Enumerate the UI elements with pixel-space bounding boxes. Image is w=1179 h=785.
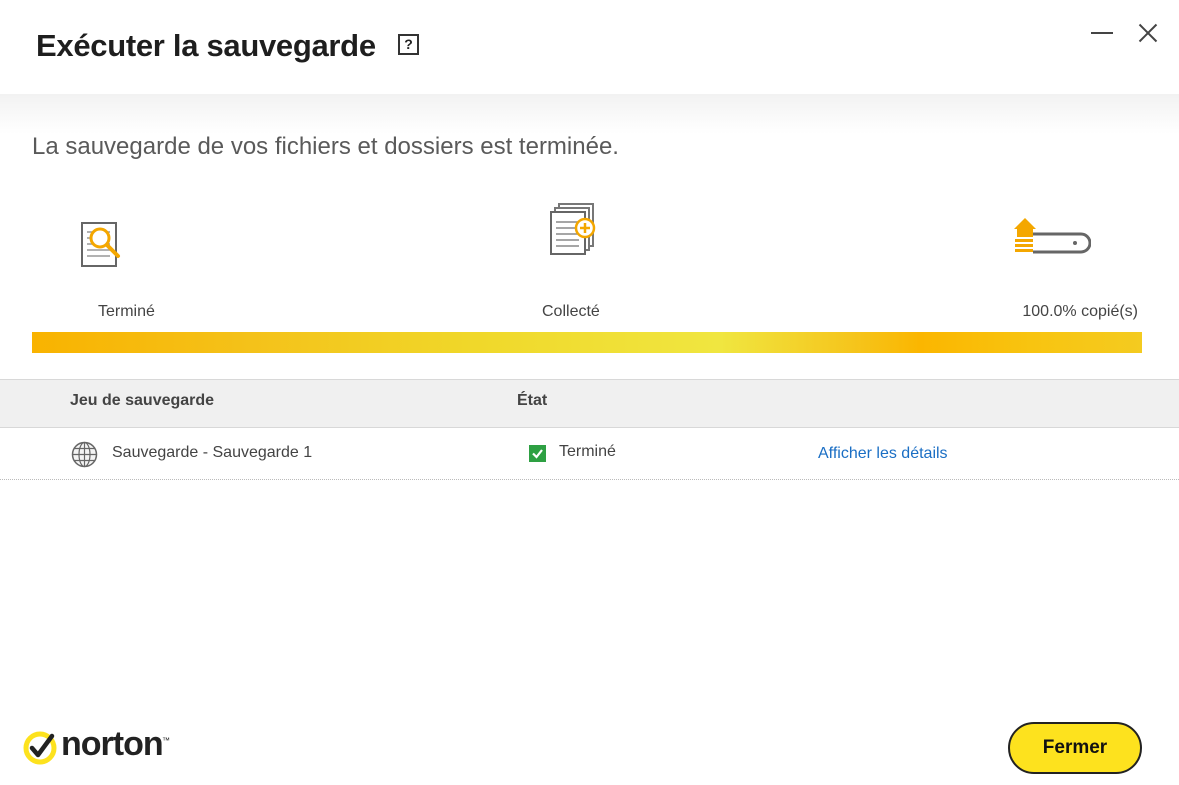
minimize-button[interactable] — [1088, 18, 1118, 48]
view-details-link[interactable]: Afficher les détails — [818, 445, 948, 463]
header-band — [0, 94, 1179, 134]
column-header-state: État — [517, 392, 548, 409]
document-search-icon — [81, 222, 120, 267]
close-window-button[interactable] — [1133, 18, 1163, 48]
globe-icon — [71, 441, 98, 468]
title-bar: Exécuter la sauvegarde ? — [0, 0, 1179, 94]
trademark-symbol: ™ — [162, 736, 170, 745]
column-header-backup-set: Jeu de sauvegarde — [70, 392, 215, 409]
backup-set-name: Sauvegarde - Sauvegarde 1 — [112, 444, 313, 461]
drive-copy-icon — [1014, 218, 1091, 254]
stage-label-analysis: Terminé — [98, 303, 155, 320]
table-row: Sauvegarde - Sauvegarde 1 Terminé Affich… — [0, 429, 1179, 480]
brand-name: norton — [61, 725, 164, 763]
backup-state: Terminé — [559, 443, 616, 460]
stage-label-collect: Collecté — [542, 303, 600, 320]
table-header: Jeu de sauvegarde État — [0, 379, 1179, 428]
progress-bar — [32, 332, 1142, 353]
help-icon[interactable]: ? — [398, 34, 419, 55]
check-icon — [529, 445, 546, 462]
status-message: La sauvegarde de vos fichiers et dossier… — [32, 133, 619, 160]
progress-fill — [32, 332, 1142, 353]
close-button[interactable]: Fermer — [1008, 722, 1142, 774]
norton-check-icon — [23, 731, 57, 765]
stage-label-copy: 100.0% copié(s) — [1022, 303, 1138, 320]
dialog-title: Exécuter la sauvegarde — [36, 28, 376, 63]
file-collect-icon — [550, 203, 596, 255]
